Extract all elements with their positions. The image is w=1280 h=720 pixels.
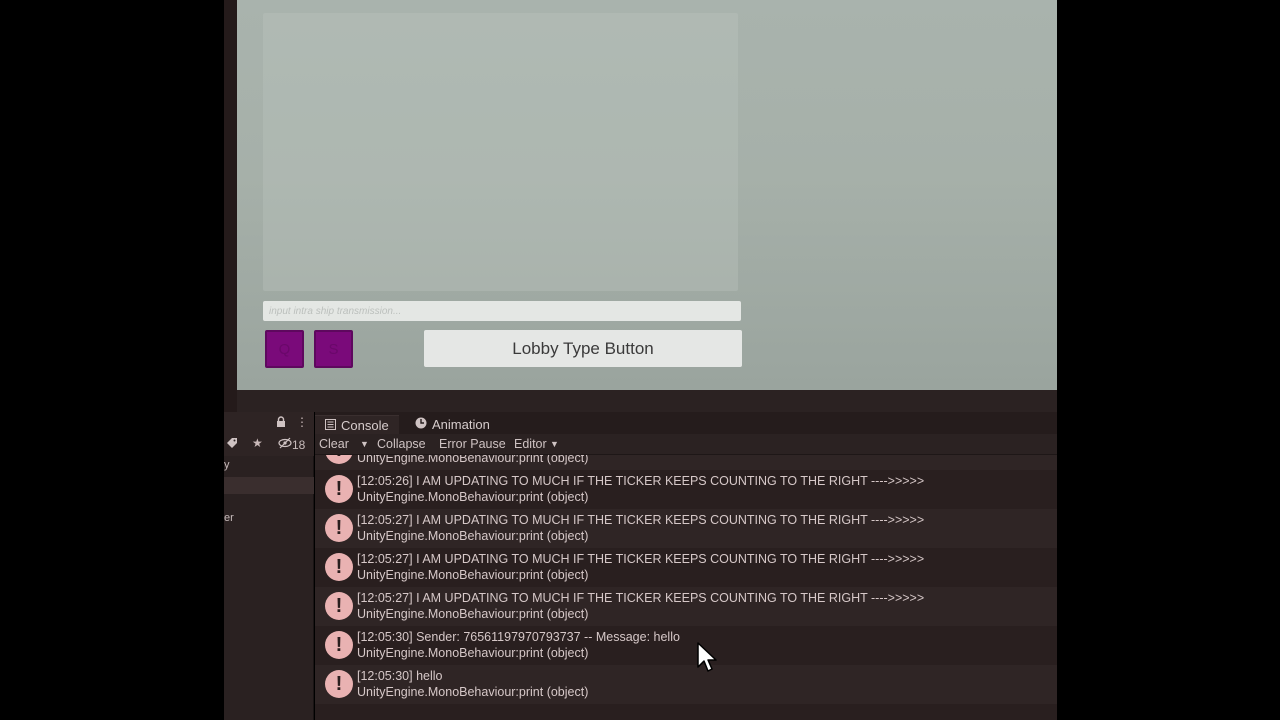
editor-dropdown[interactable]: Editor [514,437,547,451]
editor-chevron-down-icon[interactable]: ▼ [550,439,559,449]
log-message: [12:05:30] Sender: 76561197970793737 -- … [357,630,680,644]
warning-icon: ! [325,553,353,581]
tag-icon[interactable] [226,437,238,452]
log-entry[interactable]: ! UnityEngine.MonoBehaviour:print (objec… [315,455,1057,470]
clear-dropdown-chevron-icon[interactable]: ▼ [360,439,369,449]
log-stacktrace: UnityEngine.MonoBehaviour:print (object) [357,490,589,504]
warning-icon: ! [325,514,353,542]
tab-animation-label: Animation [432,417,490,432]
log-message: [12:05:30] hello [357,669,443,683]
tab-animation[interactable]: Animation [405,415,500,434]
hierarchy-panel: ⋮ ★ 18 y er [224,412,314,720]
warning-icon: ! [325,670,353,698]
chat-input[interactable] [263,301,741,321]
hidden-count: 18 [292,438,306,452]
animation-icon [415,417,427,432]
log-entry[interactable]: ! [12:05:30] hello UnityEngine.MonoBehav… [315,665,1057,704]
log-stacktrace: UnityEngine.MonoBehaviour:print (object) [357,607,589,621]
console-icon [325,418,336,433]
more-options-icon[interactable]: ⋮ [296,415,308,429]
hierarchy-item-partial[interactable]: y [224,459,230,471]
screen: Q S Lobby Type Button ⋮ ★ 18 y er [0,0,1280,720]
error-pause-toggle[interactable]: Error Pause [439,437,506,451]
console-log-list[interactable]: ! UnityEngine.MonoBehaviour:print (objec… [315,455,1057,720]
console-panel: Console Animation Clear ▼ Collapse Error… [315,412,1057,720]
chat-messages-panel [263,13,738,291]
warning-icon: ! [325,631,353,659]
hierarchy-header: ⋮ [224,412,314,434]
hidden-eye-icon[interactable] [278,437,292,452]
lobby-type-button[interactable]: Lobby Type Button [424,330,742,367]
log-stacktrace: UnityEngine.MonoBehaviour:print (object) [357,685,589,699]
lock-icon[interactable] [276,416,286,431]
q-button[interactable]: Q [265,330,304,368]
hierarchy-toolbar: ★ 18 [224,434,314,456]
warning-icon: ! [325,455,353,464]
log-message: [12:05:27] I AM UPDATING TO MUCH IF THE … [357,591,925,605]
star-icon[interactable]: ★ [252,436,263,450]
log-entry[interactable]: ! [12:05:27] I AM UPDATING TO MUCH IF TH… [315,509,1057,548]
log-message: [12:05:27] I AM UPDATING TO MUCH IF THE … [357,513,925,527]
game-view-bottom-bar [237,390,1057,412]
tab-console[interactable]: Console [315,415,399,434]
console-toolbar: Clear ▼ Collapse Error Pause Editor ▼ [315,434,1057,455]
s-button[interactable]: S [314,330,353,368]
hierarchy-selected-row[interactable] [224,477,314,494]
warning-icon: ! [325,592,353,620]
log-stacktrace: UnityEngine.MonoBehaviour:print (object) [357,529,589,543]
log-stacktrace: UnityEngine.MonoBehaviour:print (object) [357,568,589,582]
collapse-toggle[interactable]: Collapse [377,437,426,451]
log-stacktrace: UnityEngine.MonoBehaviour:print (object) [357,455,589,465]
log-message: [12:05:27] I AM UPDATING TO MUCH IF THE … [357,552,925,566]
log-message: [12:05:26] I AM UPDATING TO MUCH IF THE … [357,474,925,488]
log-entry[interactable]: ! [12:05:27] I AM UPDATING TO MUCH IF TH… [315,548,1057,587]
mouse-cursor-icon [697,642,719,674]
tab-bar: Console Animation [315,412,1057,434]
hierarchy-item-partial[interactable]: er [224,512,234,524]
tab-console-label: Console [341,417,389,433]
log-stacktrace: UnityEngine.MonoBehaviour:print (object) [357,646,589,660]
clear-button[interactable]: Clear [319,437,349,451]
log-entry[interactable]: ! [12:05:26] I AM UPDATING TO MUCH IF TH… [315,470,1057,509]
log-entry[interactable]: ! [12:05:30] Sender: 76561197970793737 -… [315,626,1057,665]
log-entry[interactable]: ! [12:05:27] I AM UPDATING TO MUCH IF TH… [315,587,1057,626]
warning-icon: ! [325,475,353,503]
game-view-frame [224,0,237,412]
